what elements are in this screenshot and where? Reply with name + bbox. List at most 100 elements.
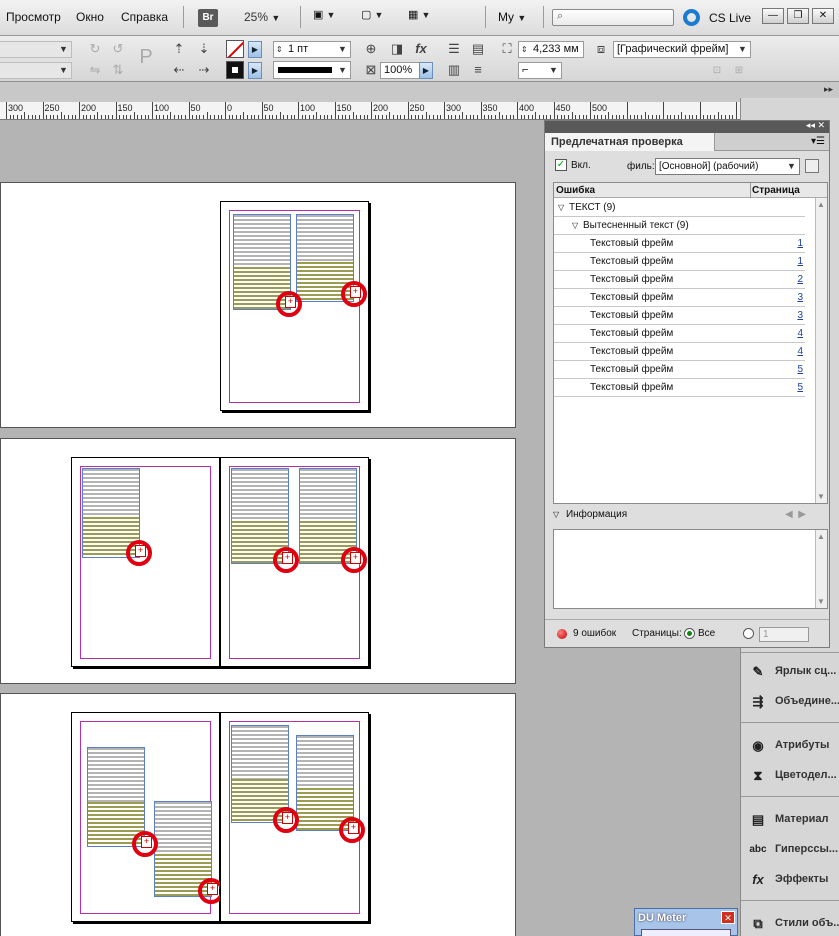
tab-preflight[interactable]: Предлечатная проверка [545,133,715,151]
corner-size-field[interactable]: ⇕ 4,233 мм [518,41,584,58]
page-4[interactable] [71,712,224,922]
error-item-page-link[interactable]: 4 [797,343,803,360]
page-3[interactable] [220,457,369,667]
select-container-icon[interactable]: ⇡ [170,40,188,58]
new-style-icon[interactable]: ⊞ [730,62,748,80]
select-previous-icon[interactable]: ⇠ [170,61,188,79]
error-item-page-link[interactable]: 5 [797,361,803,378]
horizontal-ruler[interactable]: 300 250 200 150 100 50 0 50 100 150 200 250 300 350 40… [0,102,740,120]
dock-effects[interactable]: fx Эффекты [741,866,839,894]
drop-shadow-icon[interactable]: ◨ [388,40,406,58]
fill-swatch-menu[interactable]: ▶ [248,62,262,79]
flip-horizontal-icon[interactable]: ⇋ [86,61,104,79]
overset-text-marker[interactable] [341,281,367,307]
restore-button[interactable]: ❐ [787,8,809,24]
stepper-icon[interactable]: ⇕ [276,42,283,57]
stroke-swatch-menu[interactable]: ▶ [248,41,262,58]
error-item-page-link[interactable]: 4 [797,325,803,342]
error-item[interactable]: Текстовый фрейм 1 [554,253,805,271]
pages-range-radio[interactable] [743,628,754,639]
disclosure-triangle-icon[interactable]: ▽ [572,217,578,234]
dock-separations[interactable]: ⧗ Цветодел... [741,762,839,790]
error-item[interactable]: Текстовый фрейм 4 [554,343,805,361]
zoom-fit-icon[interactable]: ⊕ [362,40,380,58]
profile-select[interactable]: [Основной] (рабочий) ▼ [655,158,800,175]
overset-text-marker[interactable] [126,540,152,566]
opacity-field[interactable]: 100% [380,62,420,79]
text-wrap-jump-icon[interactable]: ≡ [469,61,487,79]
error-item[interactable]: Текстовый фрейм 1 [554,235,805,253]
tree-group-text[interactable]: ▽ ТЕКСТ (9) [554,199,805,217]
close-button[interactable]: ✕ [812,8,834,24]
dock-material[interactable]: ▤ Материал [741,806,839,834]
dock-script-label[interactable]: ✎ Ярлык сц... [741,658,839,686]
pages-all-radio[interactable] [684,628,695,639]
panel-titlebar[interactable]: ◂◂ ✕ [545,120,829,133]
search-input[interactable]: ⌕ [552,9,674,26]
error-item-page-link[interactable]: 1 [797,253,803,270]
text-frame[interactable] [296,735,354,831]
select-content-icon[interactable]: ⇣ [195,40,213,58]
dock-object-styles[interactable]: ⧉ Стили объ... [741,910,839,936]
rotate-ccw-icon[interactable]: ↺ [109,40,127,58]
opacity-menu[interactable]: ▶ [419,62,433,79]
text-wrap-shape-icon[interactable]: ▥ [445,61,463,79]
scroll-up-icon[interactable]: ▲ [817,532,825,541]
du-meter-window[interactable]: DU Meter ✕ [634,908,738,936]
fill-swatch[interactable] [226,61,244,79]
column-page[interactable]: Страница [752,185,800,196]
scroll-down-icon[interactable]: ▼ [817,492,825,501]
scroll-down-icon[interactable]: ▼ [817,597,825,606]
error-item-page-link[interactable]: 3 [797,289,803,306]
overset-text-marker[interactable] [341,547,367,573]
error-item[interactable]: Текстовый фрейм 3 [554,289,805,307]
menu-view[interactable]: Просмотр [6,10,61,24]
cs-live-button[interactable]: CS Live [709,11,751,25]
text-frame[interactable] [87,747,145,847]
prev-next-icons[interactable]: ◀ ▶ [785,509,806,520]
menu-help[interactable]: Справка [121,10,168,24]
workspace-switcher[interactable]: My ▼ [498,10,526,30]
clear-overrides-icon[interactable]: ⊡ [708,62,726,80]
close-icon[interactable]: ✕ [721,911,735,924]
error-item[interactable]: Текстовый фрейм 4 [554,325,805,343]
reference-x-field[interactable]: ▼ [0,41,72,58]
error-list-scrollbar[interactable]: ▲ ▼ [815,198,827,503]
overset-text-marker[interactable] [273,547,299,573]
error-item-page-link[interactable]: 2 [797,271,803,288]
flip-vertical-icon[interactable]: ⇅ [109,61,127,79]
column-error[interactable]: Ошибка [556,185,595,196]
tree-subgroup-overset[interactable]: ▽ Вытесненный текст (9) [554,217,805,235]
object-style-select[interactable]: [Графический фрейм] ▼ [613,41,751,58]
error-item[interactable]: Текстовый фрейм 2 [554,271,805,289]
corner-shape-select[interactable]: ⌐ ▼ [518,62,562,79]
stroke-type-select[interactable]: ▼ [273,61,351,79]
collapse-close-icon[interactable]: ◂◂ ✕ [806,120,825,131]
bridge-button[interactable]: Br [198,9,218,27]
dock-merge[interactable]: ⇶ Объедине... [741,688,839,716]
overset-text-marker[interactable] [276,291,302,317]
panel-menu-icon[interactable]: ▾☰ [811,136,825,147]
reference-y-field[interactable]: ▼ [0,62,72,79]
overset-text-marker[interactable] [132,831,158,857]
cs-live-icon[interactable] [683,9,700,26]
select-next-icon[interactable]: ⇢ [195,61,213,79]
zoom-select[interactable]: 25% ▼ [244,10,280,24]
overset-text-marker[interactable] [273,807,299,833]
error-item-page-link[interactable]: 5 [797,379,803,396]
info-scrollbar[interactable]: ▲ ▼ [815,530,827,608]
error-item-page-link[interactable]: 3 [797,307,803,324]
overset-text-marker[interactable] [339,817,365,843]
arrange-documents-button[interactable]: ▦ ▼ [408,8,430,28]
error-item[interactable]: Текстовый фрейм 3 [554,307,805,325]
page-2[interactable] [71,457,220,667]
error-item[interactable]: Текстовый фрейм 5 [554,379,805,397]
scroll-up-icon[interactable]: ▲ [817,200,825,209]
screen-mode-button[interactable]: ▢ ▼ [361,8,383,28]
rotate-cw-icon[interactable]: ↻ [86,40,104,58]
error-item-page-link[interactable]: 1 [797,235,803,252]
define-profiles-icon[interactable] [805,159,819,173]
disclosure-triangle-icon[interactable]: ▽ [558,199,564,216]
text-wrap-bbox-icon[interactable]: ▤ [469,40,487,58]
view-options-button[interactable]: ▣ ▼ [313,8,335,28]
